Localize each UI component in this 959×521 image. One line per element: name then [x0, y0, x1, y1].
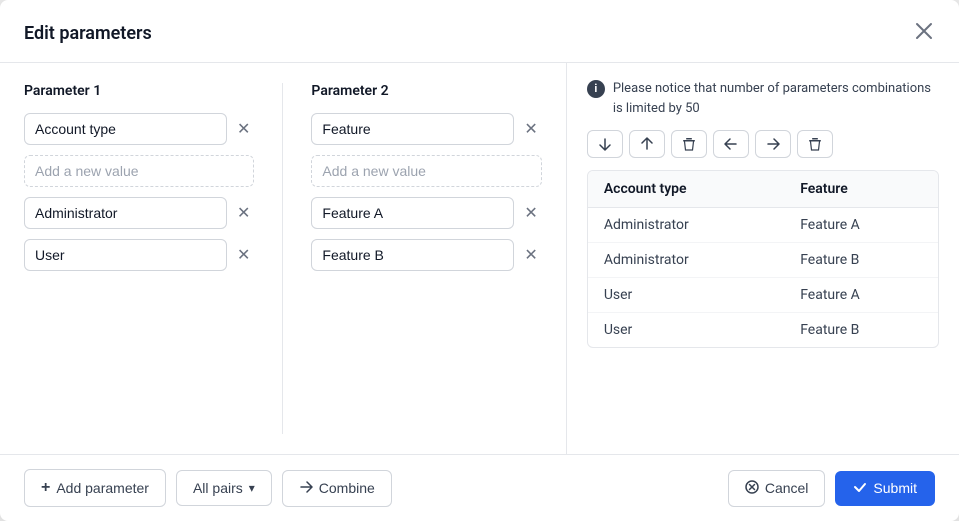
parameter1-value2-row: ✕ — [24, 239, 254, 271]
parameter2-name-row: ✕ — [311, 113, 541, 145]
submit-button[interactable]: Submit — [835, 471, 935, 506]
parameter1-name-input[interactable] — [24, 113, 227, 145]
right-area: i Please notice that number of parameter… — [567, 63, 959, 454]
parameter2-value2-remove[interactable]: ✕ — [520, 243, 541, 267]
parameter2-col: Parameter 2 ✕ Add a new value ✕ ✕ — [311, 83, 541, 434]
parameter2-label: Parameter 2 — [311, 83, 541, 99]
cancel-label: Cancel — [765, 480, 809, 496]
footer-right: Cancel Submit — [728, 470, 935, 507]
modal-title: Edit parameters — [24, 23, 152, 44]
parameter2-value1-remove[interactable]: ✕ — [520, 201, 541, 225]
parameter2-value1-row: ✕ — [311, 197, 541, 229]
parameter2-remove-button[interactable]: ✕ — [520, 117, 541, 141]
notice-text: Please notice that number of parameters … — [613, 79, 939, 118]
cancel-button[interactable]: Cancel — [728, 470, 826, 507]
parameter1-value1-remove[interactable]: ✕ — [233, 201, 254, 225]
parameter2-value1-input[interactable] — [311, 197, 514, 229]
params-divider — [282, 83, 283, 434]
parameter1-label: Parameter 1 — [24, 83, 254, 99]
parameter1-value2-input[interactable] — [24, 239, 227, 271]
parameter1-value1-row: ✕ — [24, 197, 254, 229]
combinations-table: Account type Feature AdministratorFeatur… — [587, 170, 939, 348]
notice-bar: i Please notice that number of parameter… — [587, 79, 939, 118]
parameter1-remove-button[interactable]: ✕ — [233, 117, 254, 141]
cell-account-type: User — [588, 278, 784, 313]
delete-cols-button[interactable] — [797, 130, 833, 158]
combine-button[interactable]: Combine — [282, 470, 392, 507]
parameter2-name-input[interactable] — [311, 113, 514, 145]
cell-account-type: User — [588, 313, 784, 348]
modal: Edit parameters Parameter 1 ✕ Add a new … — [0, 0, 959, 521]
col-header-feature: Feature — [784, 171, 938, 208]
cell-feature: Feature B — [784, 313, 938, 348]
toolbar-row — [587, 130, 939, 158]
cancel-icon — [745, 480, 759, 497]
parameter2-value2-row: ✕ — [311, 239, 541, 271]
params-area: Parameter 1 ✕ Add a new value ✕ ✕ Par — [0, 63, 567, 454]
cell-feature: Feature A — [784, 208, 938, 243]
all-pairs-button[interactable]: All pairs ▾ — [176, 470, 272, 506]
delete-rows-button[interactable] — [671, 130, 707, 158]
combine-label: Combine — [319, 480, 375, 496]
parameter1-value2-remove[interactable]: ✕ — [233, 243, 254, 267]
all-pairs-label: All pairs — [193, 480, 243, 496]
move-up-button[interactable] — [629, 130, 665, 158]
chevron-down-icon: ▾ — [249, 481, 255, 495]
plus-icon: + — [41, 479, 50, 497]
parameter2-value2-input[interactable] — [311, 239, 514, 271]
move-right-button[interactable] — [755, 130, 791, 158]
info-icon: i — [587, 80, 605, 98]
checkmark-icon — [853, 480, 867, 497]
table-row[interactable]: UserFeature B — [588, 313, 938, 348]
modal-header: Edit parameters — [0, 0, 959, 63]
add-parameter-button[interactable]: + Add parameter — [24, 469, 166, 507]
modal-body: Parameter 1 ✕ Add a new value ✕ ✕ Par — [0, 63, 959, 454]
parameter1-add-value-button[interactable]: Add a new value — [24, 155, 254, 187]
cell-feature: Feature B — [784, 243, 938, 278]
footer-left: + Add parameter All pairs ▾ Combine — [24, 469, 392, 507]
close-button[interactable] — [913, 20, 935, 46]
modal-footer: + Add parameter All pairs ▾ Combine Canc… — [0, 454, 959, 521]
submit-label: Submit — [873, 480, 917, 496]
table-row[interactable]: AdministratorFeature B — [588, 243, 938, 278]
col-header-account-type: Account type — [588, 171, 784, 208]
cell-account-type: Administrator — [588, 243, 784, 278]
table-row[interactable]: UserFeature A — [588, 278, 938, 313]
add-parameter-label: Add parameter — [56, 480, 149, 496]
parameter1-col: Parameter 1 ✕ Add a new value ✕ ✕ — [24, 83, 254, 434]
move-left-button[interactable] — [713, 130, 749, 158]
parameter1-value1-input[interactable] — [24, 197, 227, 229]
move-down-button[interactable] — [587, 130, 623, 158]
parameter1-name-row: ✕ — [24, 113, 254, 145]
table-row[interactable]: AdministratorFeature A — [588, 208, 938, 243]
parameter2-add-value-button[interactable]: Add a new value — [311, 155, 541, 187]
cell-account-type: Administrator — [588, 208, 784, 243]
cell-feature: Feature A — [784, 278, 938, 313]
arrow-right-icon — [299, 480, 313, 497]
